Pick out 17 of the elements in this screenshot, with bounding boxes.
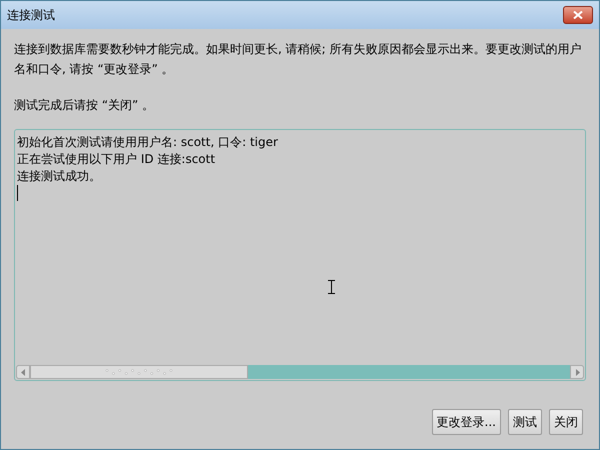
log-line: 初始化首次测试请使用用户名: scott, 口令: tiger (17, 134, 279, 151)
text-cursor (17, 185, 18, 201)
instruction-text: 测试完成后请按 “关闭” 。 (14, 97, 156, 114)
dialog-button[interactable]: 测试 (508, 409, 542, 435)
ibeam-cursor-icon (328, 280, 335, 294)
log-line: 连接测试成功。 (17, 168, 102, 185)
dialog-button[interactable]: 更改登录... (432, 409, 501, 435)
scroll-right-icon[interactable] (570, 365, 584, 379)
log-line: 正在尝试使用以下用户 ID 连接:scott (17, 151, 216, 168)
horizontal-scrollbar[interactable] (16, 365, 584, 379)
instruction-text: 连接到数据库需要数秒钟才能完成。如果时间更长, 请稍候; 所有失败原因都会显示出来。要更改测试的用户名和口令, 请按 “更改登录” 。 (14, 41, 582, 78)
close-icon (573, 11, 583, 19)
window-title: 连接测试 (7, 7, 55, 24)
close-button[interactable] (563, 6, 593, 24)
scroll-left-icon[interactable] (16, 365, 30, 379)
scroll-thumb[interactable] (30, 365, 248, 379)
dialog-button[interactable]: 关闭 (549, 409, 583, 435)
